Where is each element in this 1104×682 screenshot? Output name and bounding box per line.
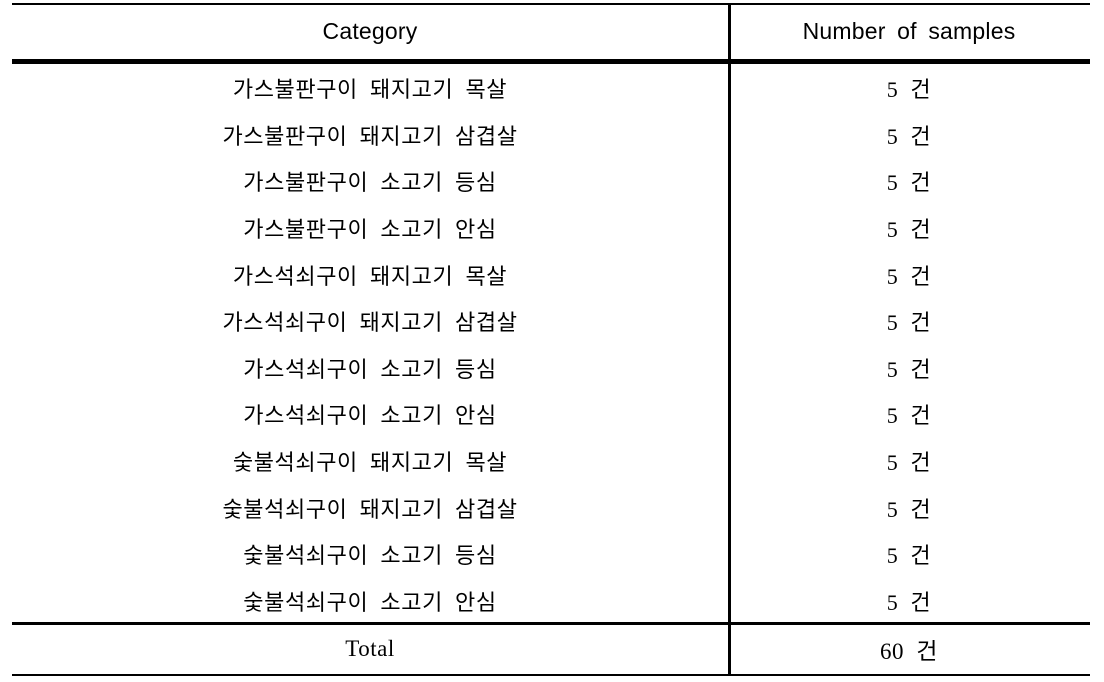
cell-category: 가스불판구이 소고기 등심 (243, 170, 497, 196)
table-bottom-border (12, 674, 1090, 676)
cell-category: 가스불판구이 돼지고기 삼겹살 (222, 123, 518, 149)
cell-count: 5 건 (886, 589, 932, 615)
cell-category: 숯불석쇠구이 돼지고기 목살 (232, 450, 508, 476)
table-container: Category Number of samples 가스불판구이 돼지고기 목… (12, 3, 1090, 674)
cell-category: 숯불석쇠구이 돼지고기 삼겹살 (222, 496, 518, 522)
cell-category: 가스석쇠구이 소고기 안심 (243, 403, 497, 429)
table-footer: Total 60 건 (12, 624, 1090, 674)
total-label: Total (345, 636, 395, 662)
cell-category: 숯불석쇠구이 소고기 안심 (243, 589, 497, 615)
table-row: 가스불판구이 소고기 등심 5 건 (12, 158, 1090, 205)
table-row: 숯불석쇠구이 돼지고기 삼겹살 5 건 (12, 484, 1090, 531)
cell-count: 5 건 (886, 450, 932, 476)
table-header-row: Category Number of samples (12, 3, 1090, 59)
cell-count: 5 건 (886, 496, 932, 522)
table-row: 가스불판구이 돼지고기 목살 5 건 (12, 59, 1090, 112)
cell-count: 5 건 (886, 543, 932, 569)
document-page: Category Number of samples 가스불판구이 돼지고기 목… (0, 0, 1104, 682)
cell-category: 가스석쇠구이 돼지고기 목살 (232, 263, 508, 289)
cell-category: 숯불석쇠구이 소고기 등심 (243, 543, 497, 569)
table-total-row: Total 60 건 (12, 624, 1090, 674)
table-row: 가스석쇠구이 소고기 등심 5 건 (12, 345, 1090, 392)
table-row: 숯불석쇠구이 소고기 등심 5 건 (12, 531, 1090, 578)
cell-count: 5 건 (886, 170, 932, 196)
cell-count: 5 건 (886, 356, 932, 382)
table-row: 숯불석쇠구이 돼지고기 목살 5 건 (12, 438, 1090, 485)
cell-count: 5 건 (886, 263, 932, 289)
cell-count: 5 건 (886, 403, 932, 429)
cell-category: 가스불판구이 소고기 안심 (243, 217, 497, 243)
table-header: Category Number of samples (12, 3, 1090, 59)
table-row: 숯불석쇠구이 소고기 안심 5 건 (12, 578, 1090, 625)
cell-count: 5 건 (886, 77, 932, 103)
cell-count: 5 건 (886, 310, 932, 336)
total-count: 60 건 (880, 639, 938, 665)
table-row: 가스불판구이 소고기 안심 5 건 (12, 205, 1090, 252)
cell-count: 5 건 (886, 217, 932, 243)
table-row: 가스석쇠구이 소고기 안심 5 건 (12, 391, 1090, 438)
table-row: 가스석쇠구이 돼지고기 목살 5 건 (12, 251, 1090, 298)
table-body: 가스불판구이 돼지고기 목살 5 건 가스불판구이 돼지고기 삼겹살 5 건 가… (12, 59, 1090, 624)
cell-category: 가스불판구이 돼지고기 목살 (232, 77, 508, 103)
cell-category: 가스석쇠구이 돼지고기 삼겹살 (222, 310, 518, 336)
table-row: 가스석쇠구이 돼지고기 삼겹살 5 건 (12, 298, 1090, 345)
cell-count: 5 건 (886, 123, 932, 149)
column-header-category: Category (322, 17, 418, 44)
column-header-count: Number of samples (802, 17, 1016, 44)
table-row: 가스불판구이 돼지고기 삼겹살 5 건 (12, 112, 1090, 159)
cell-category: 가스석쇠구이 소고기 등심 (243, 356, 497, 382)
sample-count-table: Category Number of samples 가스불판구이 돼지고기 목… (12, 3, 1090, 674)
